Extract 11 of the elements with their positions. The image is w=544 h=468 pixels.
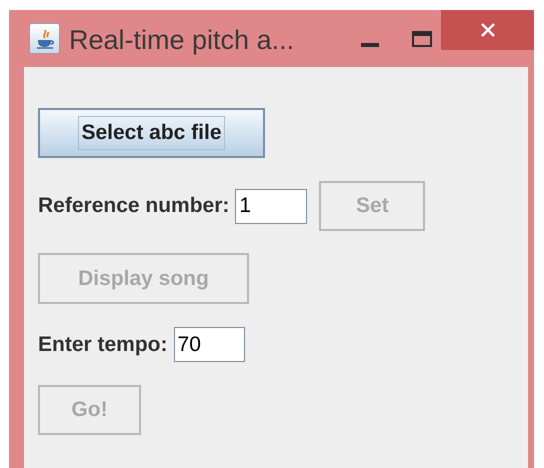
field-label: Enter tempo: xyxy=(38,332,168,358)
minimize-icon xyxy=(361,43,379,47)
select-file-button[interactable]: Select abc file xyxy=(38,108,265,158)
field-label: Reference number: xyxy=(38,193,230,220)
input-field[interactable]: 70 xyxy=(174,327,245,362)
window-title: Real-time pitch a... xyxy=(69,24,294,56)
close-icon xyxy=(480,23,494,37)
maximize-icon xyxy=(412,31,432,47)
close-button[interactable] xyxy=(441,10,534,50)
input-field[interactable]: 1 xyxy=(235,188,308,224)
java-app-icon xyxy=(29,23,60,54)
